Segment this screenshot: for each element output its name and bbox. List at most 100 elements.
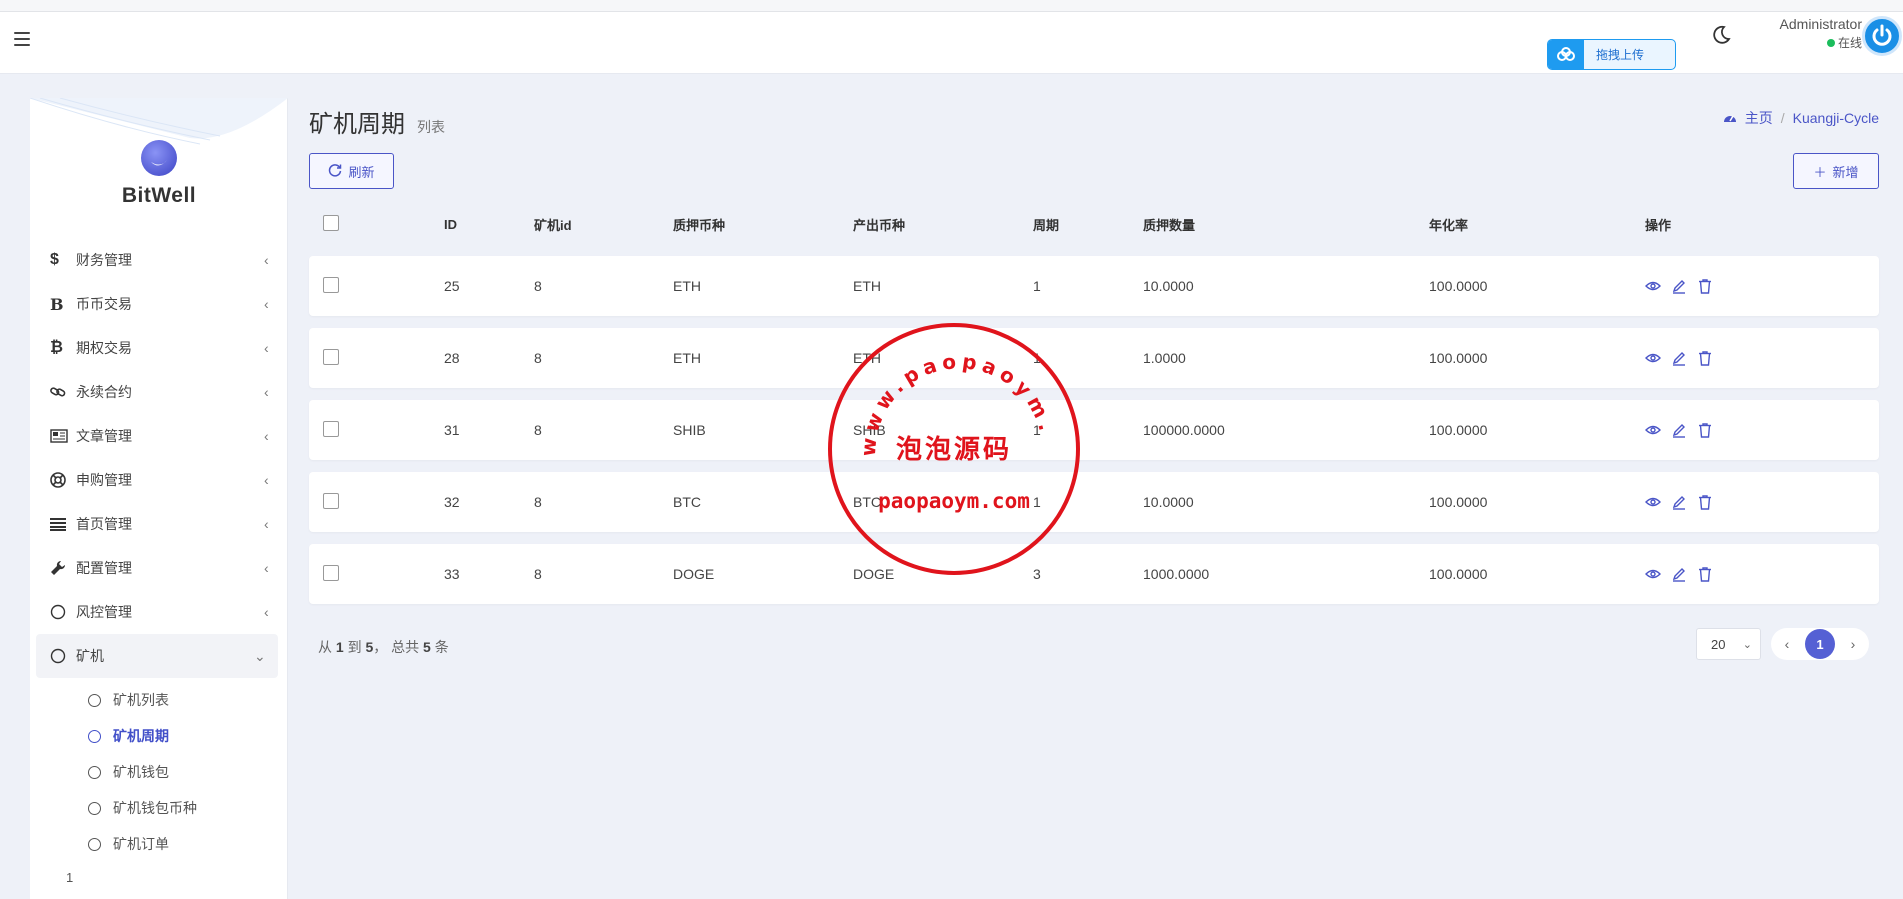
cell-miner-id: 8 — [534, 422, 542, 438]
column-header-id[interactable]: ID — [444, 217, 534, 232]
sidebar-item-finance[interactable]: $ 财务管理 ‹ — [30, 238, 288, 282]
column-header-actions: 操作 — [1645, 217, 1672, 233]
page-size-select[interactable]: 20 ⌄ — [1696, 628, 1761, 660]
row-checkbox[interactable] — [323, 420, 339, 437]
chevron-down-icon: ⌄ — [1742, 638, 1752, 651]
cell-apr: 100.0000 — [1429, 422, 1488, 438]
sidebar-item-mining[interactable]: 矿机 ⌄ — [36, 634, 278, 678]
user-info[interactable]: Administrator 在线 — [1752, 16, 1862, 51]
avatar[interactable] — [1862, 16, 1902, 56]
submenu-item-miner-order[interactable]: 矿机订单 — [30, 826, 288, 862]
sidebar-item-options[interactable]: ₿ 期权交易 ‹ — [30, 326, 288, 370]
submenu-item-label: 矿机钱包 — [113, 764, 169, 780]
column-header-miner-id[interactable]: 矿机id — [534, 215, 673, 234]
column-header-pledge-amount[interactable]: 质押数量 — [1143, 215, 1429, 234]
circle-icon — [88, 801, 101, 815]
row-checkbox[interactable] — [323, 276, 339, 293]
column-header-period[interactable]: 周期 — [1033, 215, 1143, 234]
edit-icon[interactable] — [1671, 566, 1687, 582]
cell-pledge-coin: ETH — [673, 350, 701, 366]
cell-id: 31 — [444, 422, 460, 438]
trash-icon[interactable] — [1697, 422, 1713, 438]
browser-bookmark-strip — [0, 0, 1903, 12]
column-header-pledge-coin[interactable]: 质押币种 — [673, 215, 853, 234]
row-checkbox[interactable] — [323, 564, 339, 581]
page-heading: 矿机周期 列表 — [309, 104, 445, 139]
refresh-button[interactable]: 刷新 — [309, 153, 394, 189]
sidebar-item-risk-control[interactable]: 风控管理 ‹ — [30, 590, 288, 634]
user-name: Administrator — [1779, 16, 1862, 32]
brand-logo[interactable]: BitWell — [30, 140, 288, 208]
submenu-item-miner-wallet[interactable]: 矿机钱包 — [30, 754, 288, 790]
cell-id: 25 — [444, 278, 460, 294]
breadcrumb-current[interactable]: Kuangji-Cycle — [1793, 110, 1879, 126]
list-icon — [50, 517, 76, 531]
trash-icon[interactable] — [1697, 278, 1713, 294]
sidebar-item-articles[interactable]: 文章管理 ‹ — [30, 414, 288, 458]
sidebar-item-subscription[interactable]: 申购管理 ‹ — [30, 458, 288, 502]
drag-upload-button[interactable]: 拖拽上传 — [1547, 39, 1676, 70]
submenu-item-miner-wallet-coin[interactable]: 矿机钱包币种 — [30, 790, 288, 826]
edit-icon[interactable] — [1671, 422, 1687, 438]
chevron-left-icon: ‹ — [264, 472, 269, 488]
column-header-output-coin[interactable]: 产出币种 — [853, 215, 1033, 234]
cell-id: 28 — [444, 350, 460, 366]
sidebar-item-label: 财务管理 — [76, 252, 132, 268]
next-page-button[interactable]: › — [1845, 636, 1861, 652]
chevron-left-icon: ‹ — [264, 296, 269, 312]
cell-period: 1 — [1033, 278, 1041, 294]
cell-output-coin: BTC — [853, 494, 881, 510]
add-button[interactable]: ＋ 新增 — [1793, 153, 1879, 189]
submenu-item-miner-cycle[interactable]: 矿机周期 — [30, 718, 288, 754]
submenu-item-miner-list[interactable]: 矿机列表 — [30, 682, 288, 718]
user-status: 在线 — [1826, 34, 1862, 51]
link-icon — [50, 384, 76, 400]
sidebar-item-spot-trading[interactable]: B 币币交易 ‹ — [30, 282, 288, 326]
edit-icon[interactable] — [1671, 494, 1687, 510]
sidebar-item-label: 矿机 — [76, 648, 104, 664]
column-header-apr[interactable]: 年化率 — [1429, 215, 1645, 234]
sidebar-item-label: 期权交易 — [76, 340, 132, 356]
cloud-icon — [1548, 40, 1584, 69]
cell-pledge-amount: 10.0000 — [1143, 278, 1194, 294]
cell-apr: 100.0000 — [1429, 566, 1488, 582]
trash-icon[interactable] — [1697, 566, 1713, 582]
pager-text: 条 — [434, 639, 449, 655]
dashboard-icon — [1723, 110, 1737, 126]
prev-page-button[interactable]: ‹ — [1779, 636, 1795, 652]
eye-icon[interactable] — [1645, 422, 1661, 438]
cell-period: 3 — [1033, 566, 1041, 582]
circle-icon — [88, 693, 101, 707]
online-dot-icon — [1826, 38, 1835, 47]
cell-output-coin: ETH — [853, 278, 881, 294]
trash-icon[interactable] — [1697, 350, 1713, 366]
row-checkbox[interactable] — [323, 492, 339, 509]
edit-icon[interactable] — [1671, 350, 1687, 366]
sidebar-item-label: 币币交易 — [76, 296, 132, 312]
eye-icon[interactable] — [1645, 350, 1661, 366]
breadcrumb-home-link[interactable]: 主页 — [1745, 108, 1773, 128]
sidebar-item-config[interactable]: 配置管理 ‹ — [30, 546, 288, 590]
row-checkbox[interactable] — [323, 348, 339, 365]
brand-name: BitWell — [121, 184, 197, 207]
cell-id: 33 — [444, 566, 460, 582]
current-page-button[interactable]: 1 — [1805, 629, 1835, 659]
cell-pledge-amount: 1.0000 — [1143, 350, 1186, 366]
pager-text: ， 总共 — [373, 639, 420, 655]
table-row: 32 8 BTC BTC 1 10.0000 100.0000 — [309, 472, 1879, 532]
sidebar-item-perpetual[interactable]: 永续合约 ‹ — [30, 370, 288, 414]
sidebar-item-homepage[interactable]: 首页管理 ‹ — [30, 502, 288, 546]
dark-mode-moon-icon[interactable] — [1710, 24, 1732, 46]
dollar-icon: $ — [50, 251, 59, 268]
cell-id: 32 — [444, 494, 460, 510]
cell-output-coin: SHIB — [853, 422, 886, 438]
edit-icon[interactable] — [1671, 278, 1687, 294]
select-all-checkbox[interactable] — [323, 214, 339, 231]
eye-icon[interactable] — [1645, 278, 1661, 294]
table-row: 28 8 ETH ETH 1 1.0000 100.0000 — [309, 328, 1879, 388]
breadcrumb-separator: / — [1780, 110, 1785, 126]
trash-icon[interactable] — [1697, 494, 1713, 510]
eye-icon[interactable] — [1645, 494, 1661, 510]
eye-icon[interactable] — [1645, 566, 1661, 582]
menu-toggle-icon[interactable] — [14, 32, 30, 46]
